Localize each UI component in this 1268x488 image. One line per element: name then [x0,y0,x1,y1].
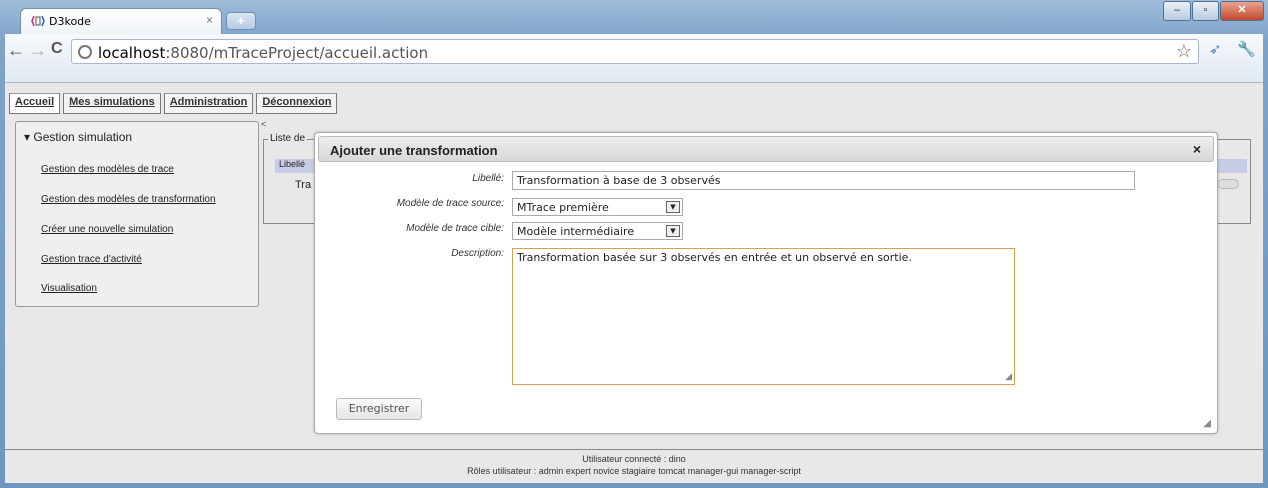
description-text: Transformation basée sur 3 observés en e… [517,251,912,264]
wrench-menu-icon[interactable]: 🔧 [1237,40,1256,58]
dialog-title: Ajouter une transformation [330,143,498,158]
fieldset-legend: Liste de [268,133,308,144]
back-icon[interactable]: ← [7,40,25,61]
close-icon[interactable]: × [1193,141,1201,157]
footer: Utilisateur connecté : dino Rôles utilis… [5,449,1263,483]
sidebar-item-nouvelle-simulation[interactable]: Créer une nouvelle simulation [41,224,173,235]
collapse-sidebar-icon[interactable]: < [261,119,266,129]
address-bar[interactable]: localhost:8080/mTraceProject/accueil.act… [71,39,1199,64]
tab-title: D3kode [49,15,91,28]
d3kode-favicon-icon [31,15,45,27]
cible-select[interactable]: Modèle intermédiaire ▼ [512,222,683,240]
description-label: Description: [451,248,504,259]
minimize-button[interactable]: – [1163,1,1191,21]
chevron-down-icon: ▼ [666,201,680,213]
sidebar-section[interactable]: ▾ Gestion simulation [24,130,132,144]
url-text: localhost:8080/mTraceProject/accueil.act… [98,44,428,62]
browser-tab[interactable]: D3kode × [20,8,222,34]
libelle-label: Libellé: [472,173,504,184]
footer-roles: Rôles utilisateur : admin expert novice … [467,466,801,476]
chevron-down-icon: ▾ [24,130,34,144]
source-select[interactable]: MTrace première ▼ [512,198,683,216]
footer-user: Utilisateur connecté : dino [582,454,686,464]
dialog-header[interactable]: Ajouter une transformation × [318,136,1214,162]
reload-icon[interactable]: C [51,40,63,58]
add-transformation-dialog: Ajouter une transformation × Libellé: Tr… [314,132,1218,434]
libelle-input[interactable]: Transformation à base de 3 observés [512,171,1135,190]
grid-cell[interactable]: Tra [295,179,311,191]
source-select-value: MTrace première [517,201,609,214]
menu-mes-simulations[interactable]: Mes simulations [63,93,161,114]
maximize-button[interactable]: ▫ [1192,1,1219,21]
cible-select-value: Modèle intermédiaire [517,225,635,238]
menu-deconnexion[interactable]: Déconnexion [256,93,338,114]
source-label: Modèle de trace source: [396,198,504,209]
forward-icon[interactable]: → [29,40,47,61]
sidebar-title: Gestion simulation [33,130,133,144]
sidebar-item-trace-activite[interactable]: Gestion trace d'activité [41,254,142,265]
sidebar-item-visualisation[interactable]: Visualisation [41,283,97,294]
menu-accueil[interactable]: Accueil [9,93,61,114]
resize-grip-icon[interactable]: ◢ [1005,372,1012,382]
sidebar-item-modeles-transformation[interactable]: Gestion des modèles de transformation [41,194,216,205]
url-host: localhost [98,44,166,62]
tab-close-icon[interactable]: × [206,13,213,27]
extension-icon[interactable]: ➶ [1209,40,1222,58]
sidebar-item-modeles-trace[interactable]: Gestion des modèles de trace [41,164,174,175]
new-tab-button[interactable]: + [226,12,256,30]
browser-toolbar: ← → C localhost:8080/mTraceProject/accue… [5,34,1263,83]
menu-administration[interactable]: Administration [163,93,254,114]
chevron-down-icon: ▼ [666,225,680,237]
grid-scrollbar[interactable] [1217,179,1239,189]
main-menu: Accueil Mes simulations Administration D… [9,93,338,114]
dialog-resize-icon[interactable]: ◢ [1203,418,1211,429]
url-path: :8080/mTraceProject/accueil.action [165,44,429,62]
browser-window: D3kode × + – ▫ ✕ ← → C localhost:8080/mT… [0,0,1268,488]
description-textarea[interactable]: Transformation basée sur 3 observés en e… [512,248,1015,385]
title-bar: D3kode × + – ▫ ✕ [0,0,1268,34]
page-info-icon[interactable] [78,45,92,59]
bookmark-star-icon[interactable]: ☆ [1176,41,1192,62]
sidebar: ▾ Gestion simulation Gestion des modèles… [15,121,259,307]
close-window-button[interactable]: ✕ [1220,1,1264,21]
save-button[interactable]: Enregistrer [336,398,422,420]
cible-label: Modèle de trace cible: [406,223,504,234]
